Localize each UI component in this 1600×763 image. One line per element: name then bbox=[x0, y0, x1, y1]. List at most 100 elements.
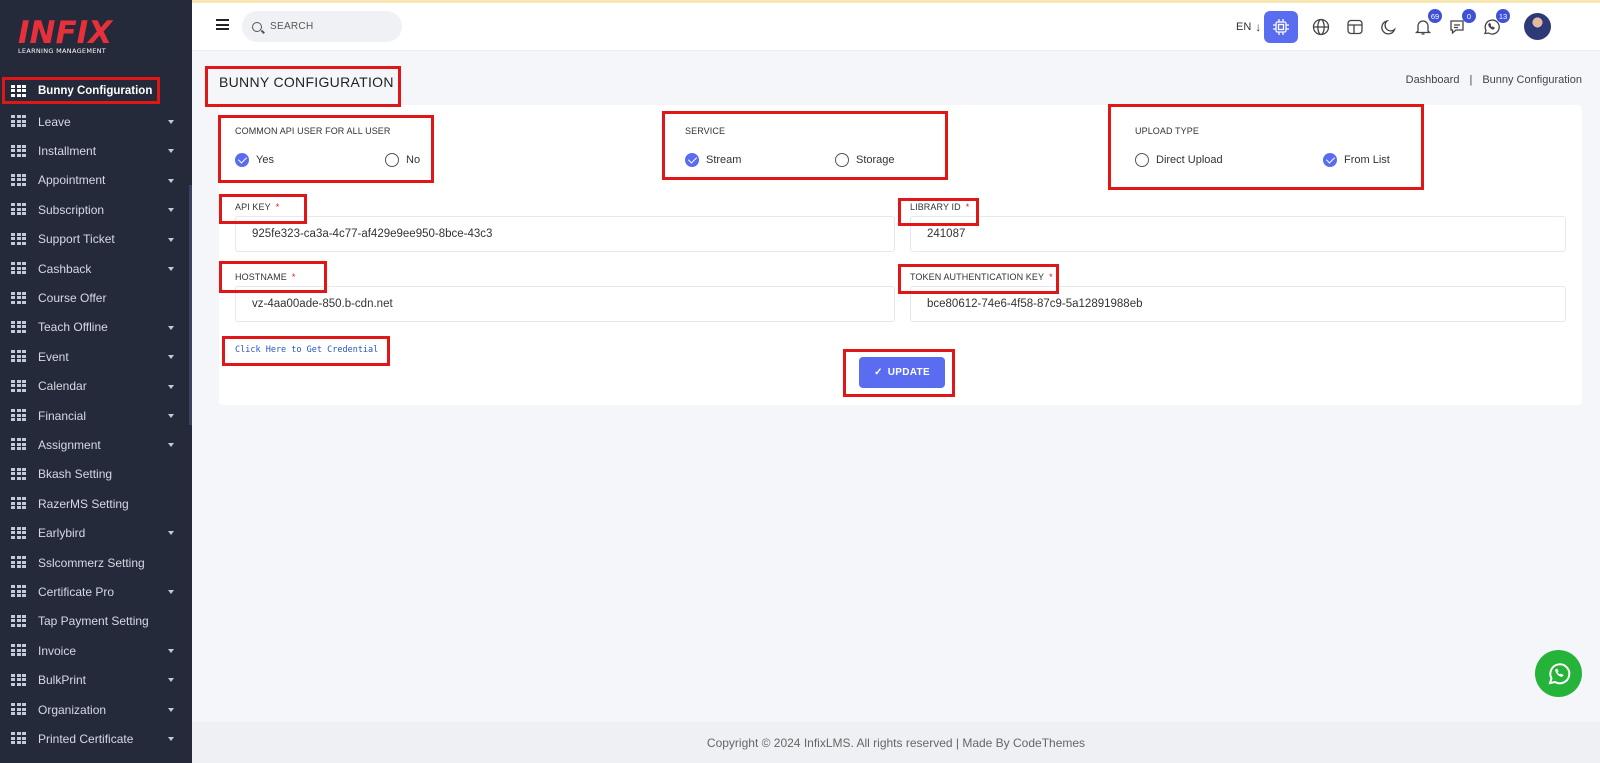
radio-label: No bbox=[406, 154, 421, 166]
sidebar-item-sslcommerz-setting[interactable]: Sslcommerz Setting bbox=[0, 548, 192, 577]
sidebar-item-label: BulkPrint bbox=[38, 673, 87, 688]
sidebar-item-support-ticket[interactable]: Support Ticket bbox=[0, 225, 192, 254]
token-auth-key-field[interactable] bbox=[910, 286, 1566, 322]
globe-icon[interactable] bbox=[1309, 15, 1333, 39]
caret-down-icon bbox=[168, 355, 174, 360]
copyright-text: Copyright © 2024 InfixLMS. All rights re… bbox=[706, 735, 1086, 750]
common-api-yes-radio[interactable]: Yes bbox=[235, 153, 274, 167]
brand-name: INFIX bbox=[18, 15, 113, 51]
check-icon: ✓ bbox=[874, 367, 883, 378]
avatar[interactable] bbox=[1524, 13, 1551, 40]
api-key-field[interactable] bbox=[235, 216, 895, 252]
grid-icon bbox=[11, 526, 26, 540]
grid-icon bbox=[11, 320, 26, 334]
sidebar-item-calendar[interactable]: Calendar bbox=[0, 372, 192, 401]
sidebar-item-subscription[interactable]: Subscription bbox=[0, 195, 192, 224]
sidebar-item-label: Financial bbox=[38, 408, 87, 423]
cpu-chip-icon[interactable] bbox=[1264, 11, 1298, 43]
grid-icon bbox=[11, 84, 26, 98]
whatsapp-header-icon[interactable]: 13 bbox=[1479, 9, 1510, 39]
sidebar-item-label: Organization bbox=[38, 702, 107, 717]
upload-direct-radio[interactable]: Direct Upload bbox=[1135, 153, 1223, 167]
grid-icon bbox=[11, 291, 26, 305]
upload-from-list-radio[interactable]: From List bbox=[1323, 153, 1390, 167]
caret-down-icon bbox=[168, 120, 174, 124]
caret-down-icon bbox=[168, 325, 174, 330]
grid-icon bbox=[11, 556, 26, 569]
sidebar-item-certificate-pro[interactable]: Certificate Pro bbox=[0, 577, 192, 606]
sidebar-item-label: Printed Certificate bbox=[38, 731, 134, 746]
grid-icon bbox=[11, 467, 26, 481]
grid-icon bbox=[11, 232, 26, 246]
sidebar-item-printed-certificate[interactable]: Printed Certificate bbox=[0, 724, 192, 753]
sidebar-item-bkash-setting[interactable]: Bkash Setting bbox=[0, 460, 192, 489]
caret-down-icon bbox=[168, 178, 174, 183]
common-api-no-radio[interactable]: No bbox=[385, 153, 420, 167]
caret-down-icon bbox=[168, 413, 174, 418]
moon-icon[interactable] bbox=[1377, 15, 1401, 39]
whatsapp-float-button[interactable] bbox=[1535, 650, 1582, 697]
grid-icon bbox=[11, 614, 26, 628]
caret-down-icon bbox=[168, 737, 174, 742]
sidebar: INFIX LEARNING MANAGEMENT Bunny Configur… bbox=[0, 0, 192, 763]
page-title: BUNNY CONFIGURATION bbox=[219, 74, 394, 90]
notifications-badge: 69 bbox=[1428, 9, 1442, 23]
chat-icon[interactable]: 0 bbox=[1445, 9, 1476, 39]
sidebar-item-earlybird[interactable]: Earlybird bbox=[0, 518, 192, 547]
sidebar-item-assignment[interactable]: Assignment bbox=[0, 430, 192, 459]
sidebar-scrollbar[interactable] bbox=[189, 185, 192, 425]
radio-label: Storage bbox=[856, 154, 895, 166]
sidebar-item-bunny-configuration[interactable]: Bunny Configuration bbox=[2, 78, 159, 104]
sidebar-item-label: Sslcommerz Setting bbox=[38, 555, 145, 570]
common-api-label: COMMON API USER FOR ALL USER bbox=[235, 126, 391, 136]
sidebar-item-bulkprint[interactable]: BulkPrint bbox=[0, 665, 192, 694]
sidebar-item-label: Assignment bbox=[38, 437, 101, 452]
sidebar-item-label: Certificate Pro bbox=[38, 584, 115, 599]
layout-icon[interactable] bbox=[1343, 15, 1367, 39]
search-icon bbox=[252, 21, 262, 32]
caret-down-icon bbox=[168, 208, 174, 213]
top-header: EN ↓ 69 0 13 bbox=[192, 3, 1600, 51]
grid-icon bbox=[11, 350, 26, 363]
get-credential-link[interactable]: Click Here to Get Credential bbox=[235, 345, 378, 355]
sidebar-item-event[interactable]: Event bbox=[0, 342, 192, 371]
caret-down-icon bbox=[168, 590, 174, 595]
bell-icon[interactable]: 69 bbox=[1411, 9, 1442, 39]
menu-toggle-icon[interactable] bbox=[216, 19, 229, 30]
grid-icon bbox=[11, 438, 26, 451]
service-storage-radio[interactable]: Storage bbox=[835, 153, 895, 167]
sidebar-item-invoice[interactable]: Invoice bbox=[0, 636, 192, 665]
language-selector[interactable]: EN ↓ bbox=[1236, 20, 1261, 34]
update-button[interactable]: ✓ UPDATE bbox=[859, 357, 945, 388]
sidebar-item-razerms-setting[interactable]: RazerMS Setting bbox=[0, 489, 192, 518]
grid-icon bbox=[11, 673, 26, 687]
sidebar-item-financial[interactable]: Financial bbox=[0, 401, 192, 430]
sidebar-item-appointment[interactable]: Appointment bbox=[0, 166, 192, 195]
sidebar-item-installment[interactable]: Installment bbox=[0, 136, 192, 165]
radio-checked-icon bbox=[235, 153, 249, 167]
sidebar-item-course-offer[interactable]: Course Offer bbox=[0, 283, 192, 312]
sidebar-item-label: Appointment bbox=[38, 173, 106, 188]
hostname-field[interactable] bbox=[235, 286, 895, 322]
library-id-field[interactable] bbox=[910, 216, 1566, 252]
search-input[interactable] bbox=[270, 21, 390, 32]
sidebar-item-label: Bunny Configuration bbox=[38, 85, 153, 97]
sidebar-item-organization[interactable]: Organization bbox=[0, 695, 192, 724]
sidebar-item-label: Leave bbox=[38, 114, 71, 129]
required-marker: * bbox=[291, 272, 296, 282]
caret-down-icon bbox=[168, 649, 174, 654]
sidebar-item-tap-payment-setting[interactable]: Tap Payment Setting bbox=[0, 607, 192, 636]
brand-tagline: LEARNING MANAGEMENT bbox=[18, 47, 107, 55]
required-marker: * bbox=[965, 202, 970, 212]
sidebar-item-teach-offline[interactable]: Teach Offline bbox=[0, 313, 192, 342]
language-code: EN bbox=[1236, 21, 1252, 33]
service-stream-radio[interactable]: Stream bbox=[685, 153, 741, 167]
sidebar-item-cashback[interactable]: Cashback bbox=[0, 254, 192, 283]
sidebar-item-label: Earlybird bbox=[38, 526, 86, 541]
grid-icon bbox=[11, 409, 26, 422]
messages-badge: 0 bbox=[1462, 9, 1476, 23]
breadcrumb-dashboard-link[interactable]: Dashboard bbox=[1406, 74, 1460, 86]
search-box[interactable] bbox=[242, 11, 402, 42]
sidebar-item-leave[interactable]: Leave bbox=[0, 107, 192, 136]
brand-logo[interactable]: INFIX LEARNING MANAGEMENT bbox=[18, 16, 118, 60]
